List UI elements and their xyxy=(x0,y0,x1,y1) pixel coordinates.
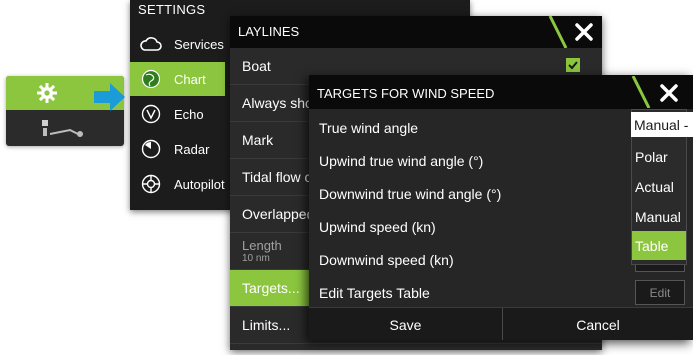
targets-row-label: Upwind speed (kn) xyxy=(319,218,436,235)
length-value: 10 nm xyxy=(242,253,270,264)
targets-row-edit-table[interactable]: Edit Targets Table Edit xyxy=(309,276,693,309)
targets-row-label: Edit Targets Table xyxy=(319,284,430,301)
settings-item-radar[interactable]: Radar xyxy=(130,132,225,166)
laylines-row-label: Boat xyxy=(242,58,271,74)
settings-item-services[interactable]: Services xyxy=(130,27,225,61)
settings-item-label: Radar xyxy=(174,141,210,157)
gear-icon xyxy=(36,82,58,109)
chart-globe-icon xyxy=(140,68,162,90)
settings-item-chart[interactable]: Chart xyxy=(130,62,225,96)
edit-button[interactable]: Edit xyxy=(635,280,685,305)
settings-item-label: Chart xyxy=(174,71,206,87)
dropdown-option-polar[interactable]: Polar xyxy=(632,142,686,171)
settings-item-label: Services xyxy=(174,36,224,52)
dropdown-option-manual[interactable]: Manual xyxy=(632,202,686,231)
targets-title: TARGETS FOR WIND SPEED xyxy=(317,86,495,101)
radar-icon xyxy=(140,138,162,160)
targets-close-button[interactable] xyxy=(655,79,683,107)
settings-item-label: Autopilot xyxy=(174,176,225,192)
boat-checkbox[interactable] xyxy=(566,58,580,72)
dialog-footer: Save Cancel xyxy=(309,307,693,340)
targets-row-label: Downwind speed (kn) xyxy=(319,251,454,268)
laylines-close-button[interactable] xyxy=(570,18,598,46)
true-wind-angle-select[interactable]: Manual - xyxy=(631,112,693,137)
laylines-row-label: Limits... xyxy=(242,317,291,333)
laylines-row-label: Targets... xyxy=(242,280,300,296)
targets-row-label: Downwind true wind angle (°) xyxy=(319,185,502,202)
dropdown-option-actual[interactable]: Actual xyxy=(632,172,686,201)
autopilot-icon xyxy=(140,173,162,195)
save-button[interactable]: Save xyxy=(309,308,502,340)
targets-row-label: Upwind true wind angle (°) xyxy=(319,152,484,169)
settings-item-echo[interactable]: Echo xyxy=(130,97,225,131)
dropdown-option-table[interactable]: Table xyxy=(632,231,686,260)
settings-item-autopilot[interactable]: Autopilot xyxy=(130,167,225,201)
laylines-row-label: Overlapped xyxy=(242,206,315,222)
accent-slash-icon xyxy=(631,75,651,113)
laylines-title: LAYLINES xyxy=(238,24,300,39)
laylines-row-label: Mark xyxy=(242,132,274,148)
chart-tool-icon xyxy=(40,116,86,146)
cancel-button[interactable]: Cancel xyxy=(503,308,693,340)
arrow-right-icon xyxy=(94,82,126,112)
settings-title: SETTINGS xyxy=(138,2,206,17)
laylines-row-label: Length xyxy=(242,238,282,253)
echo-icon xyxy=(140,103,162,125)
settings-item-label: Echo xyxy=(174,106,204,122)
cloud-icon xyxy=(140,33,162,55)
targets-row-label: True wind angle xyxy=(319,119,419,136)
